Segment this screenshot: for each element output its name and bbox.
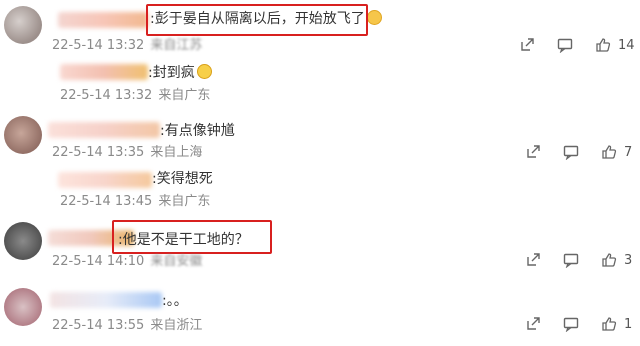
comment-icon[interactable] [562,251,580,269]
comment-meta: 22-5-14 13:45 来自广东 [60,194,211,209]
comment-icon[interactable] [556,36,574,54]
comment-meta: 22-5-14 13:32 来自江苏 [52,38,203,53]
comment-text: :。。 [162,293,188,309]
comment-icon[interactable] [562,315,580,333]
like-count: 14 [618,37,635,53]
like-count: 7 [624,144,633,160]
comment-text: :他是不是干工地的？ [118,232,249,248]
comment-actions: 7 [524,143,632,161]
comment-meta: 22-5-14 13:55 来自浙江 [52,318,203,333]
share-icon[interactable] [524,251,542,269]
share-icon[interactable] [524,315,542,333]
thumbs-up-icon[interactable] [594,36,612,54]
username[interactable] [58,172,152,188]
avatar[interactable] [4,288,42,326]
avatar[interactable] [4,116,42,154]
comment-text: :有点像钟馗 [160,123,235,139]
comment-meta: 22-5-14 13:32 来自广东 [60,88,211,103]
avatar[interactable] [4,6,42,44]
comment-icon[interactable] [562,143,580,161]
like-count: 1 [624,316,633,332]
laughing-emoji-icon [196,64,212,79]
comment-actions: 3 [524,251,632,269]
thumbs-up-icon[interactable] [600,251,618,269]
cat-emoji-icon [366,10,382,25]
avatar[interactable] [4,222,42,260]
username[interactable] [48,122,160,138]
comment-text: :彭于晏自从隔离以后，开始放飞了 [150,10,382,28]
comment-text: :笑得想死 [152,171,213,187]
thumbs-up-icon[interactable] [600,315,618,333]
comment-text: :封到疯 [148,64,212,82]
comment-actions: 1 [524,315,632,333]
username[interactable] [60,64,148,80]
share-icon[interactable] [524,143,542,161]
comment-actions: 14 [518,36,635,54]
share-icon[interactable] [518,36,536,54]
username[interactable] [50,292,162,308]
like-count: 3 [624,252,633,268]
comment-meta: 22-5-14 14:10 来自安徽 [52,254,203,269]
thumbs-up-icon[interactable] [600,143,618,161]
comment-meta: 22-5-14 13:35 来自上海 [52,145,203,160]
username[interactable] [58,12,148,28]
